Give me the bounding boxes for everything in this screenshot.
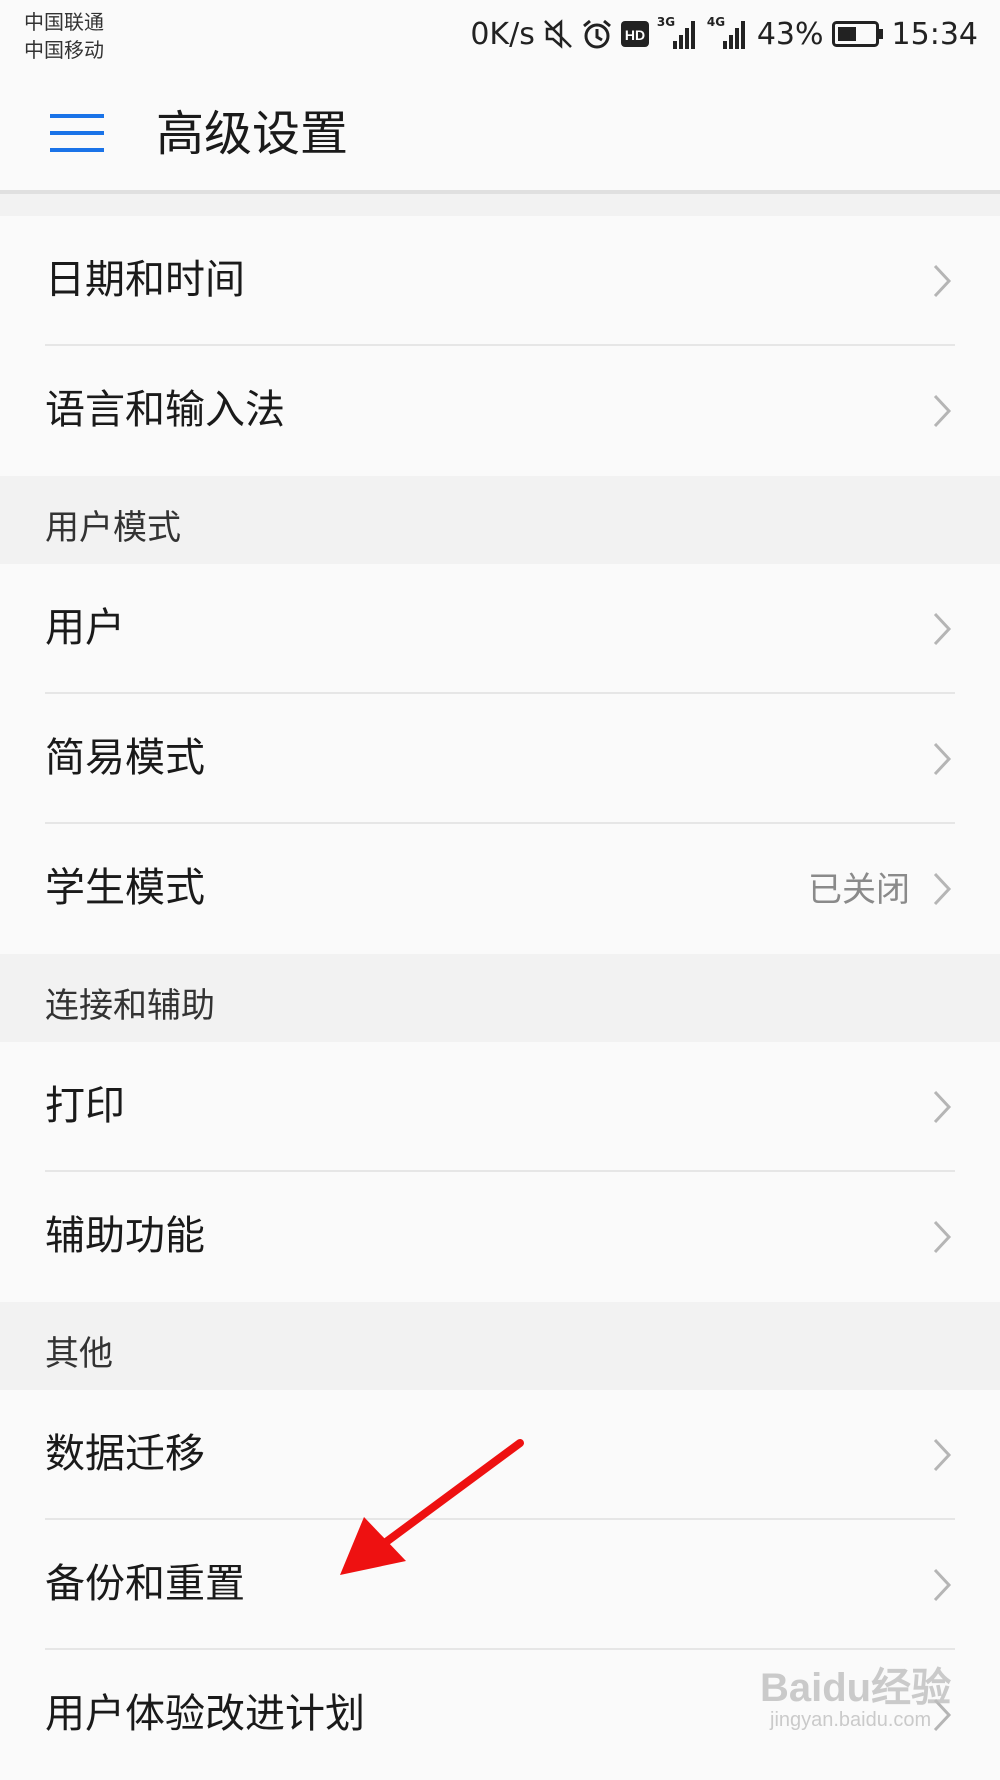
settings-group-general: 日期和时间 语言和输入法 [0,216,1000,476]
row-student-mode[interactable]: 学生模式 已关闭 [0,824,1000,954]
settings-group-user-mode: 用户 简易模式 学生模式 已关闭 [0,564,1000,954]
network-type-1: 3G [656,15,676,29]
carrier-info: 中国联通 中国移动 [24,8,104,64]
annotation-arrow-icon [330,1435,530,1589]
carrier-2: 中国移动 [24,38,104,62]
row-print[interactable]: 打印 [0,1042,1000,1172]
row-label: 备份和重置 [45,1561,245,1607]
chevron-right-icon [932,1089,952,1129]
alarm-icon [581,18,613,50]
svg-text:HD: HD [625,27,645,43]
chevron-right-icon [932,263,952,303]
row-label: 辅助功能 [45,1213,205,1259]
watermark-logo: Baidu经验 [760,1666,952,1710]
row-label: 学生模式 [45,865,205,911]
clock-time: 15:34 [891,16,978,52]
network-type-2: 4G [706,15,726,29]
signal-icon-2: 4G [706,15,749,51]
row-language-input[interactable]: 语言和输入法 [0,346,1000,476]
row-label: 用户 [45,605,125,651]
battery-percent: 43% [756,16,824,52]
row-label: 日期和时间 [45,257,245,303]
app-bar: 高级设置 [0,74,1000,194]
mute-icon [543,18,573,50]
row-label: 用户体验改进计划 [45,1691,365,1737]
section-header-connection: 连接和辅助 [0,954,1000,1042]
row-label: 简易模式 [45,735,205,781]
section-header-other: 其他 [0,1302,1000,1390]
top-spacer [0,194,1000,216]
row-label: 数据迁移 [45,1431,205,1477]
carrier-1: 中国联通 [24,10,104,34]
chevron-right-icon [932,1567,952,1607]
battery-icon [831,21,884,47]
signal-icon-1: 3G [656,15,699,51]
chevron-right-icon [932,611,952,651]
chevron-right-icon [932,1437,952,1477]
chevron-right-icon [932,871,952,911]
row-date-time[interactable]: 日期和时间 [0,216,1000,346]
net-speed: 0K/s [470,16,535,52]
chevron-right-icon [932,1219,952,1259]
page-title: 高级设置 [156,106,349,162]
settings-group-connection: 打印 辅助功能 [0,1042,1000,1302]
chevron-right-icon [932,741,952,781]
row-users[interactable]: 用户 [0,564,1000,694]
row-label: 语言和输入法 [45,387,285,433]
row-accessibility[interactable]: 辅助功能 [0,1172,1000,1302]
watermark-url: jingyan.baidu.com [770,1709,932,1731]
hd-icon: HD [620,21,649,47]
status-icons: 0K/s HD 3G 4G 43% 15:34 [470,14,978,54]
status-value: 已关闭 [808,870,910,910]
menu-icon[interactable] [50,114,104,156]
chevron-right-icon [932,393,952,433]
row-simple-mode[interactable]: 简易模式 [0,694,1000,824]
section-header-user-mode: 用户模式 [0,476,1000,564]
status-bar: 中国联通 中国移动 0K/s HD 3G 4G 43% 15:34 [0,0,1000,74]
watermark: Baidu经验 jingyan.baidu.com [760,1655,951,1732]
row-label: 打印 [45,1083,125,1129]
